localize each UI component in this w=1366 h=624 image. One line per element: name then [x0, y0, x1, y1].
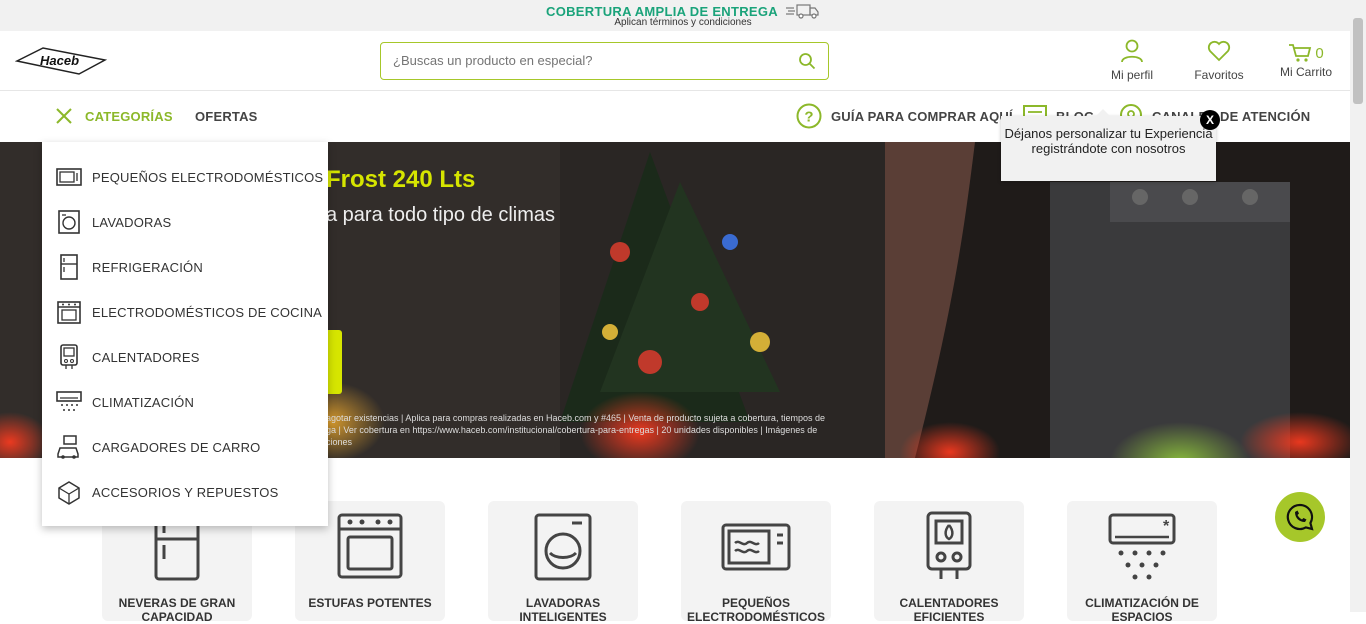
microwave-icon [56, 168, 82, 186]
air-conditioner-icon [56, 391, 82, 411]
logo-text: Haceb [40, 53, 80, 68]
washer-icon [58, 210, 80, 234]
personalization-tooltip: X Déjanos personalizar tu Experiencia re… [1001, 109, 1220, 181]
profile-label: Mi perfil [1110, 68, 1153, 82]
search-bar [380, 42, 829, 80]
card-label: NEVERAS DE GRAN CAPACIDAD [118, 596, 236, 624]
category-item-accessories[interactable]: ACCESORIOS Y REPUESTOS [56, 477, 278, 507]
category-item-small-appliances[interactable]: PEQUEÑOS ELECTRODOMÉSTICOS [56, 162, 323, 192]
washer-icon [534, 513, 592, 581]
heart-icon [1207, 40, 1231, 62]
tooltip-arrow [1096, 109, 1110, 116]
card-label: CALENTADORES EFICIENTES [899, 596, 999, 624]
help-circle-icon: ? [796, 103, 822, 129]
card-label: PEQUEÑOS ELECTRODOMÉSTICOS [686, 596, 825, 624]
category-item-car-chargers[interactable]: CARGADORES DE CARRO [56, 432, 261, 462]
cart-label: Mi Carrito [1279, 65, 1332, 79]
card-label: LAVADORAS INTELIGENTES [519, 596, 607, 624]
category-card-climate[interactable]: * CLIMATIZACIÓN DE ESPACIOS [1067, 501, 1217, 624]
nav-offers[interactable]: OFERTAS [195, 109, 258, 124]
categories-dropdown: PEQUEÑOS ELECTRODOMÉSTICOS LAVADORAS REF… [42, 142, 328, 526]
nav-categories[interactable]: CATEGORÍAS [85, 109, 173, 124]
category-card-heaters[interactable]: CALENTADORES EFICIENTES [874, 501, 1024, 624]
search-icon[interactable] [798, 52, 816, 70]
tooltip-text: Déjanos personalizar tu Experiencia regi… [1004, 126, 1213, 156]
category-item-climate[interactable]: CLIMATIZACIÓN [56, 387, 194, 417]
heater-icon [60, 344, 78, 369]
svg-text:*: * [1163, 518, 1170, 535]
favorites-button[interactable]: Favoritos [1190, 39, 1248, 82]
page-scrollbar[interactable] [1350, 0, 1366, 612]
whatsapp-chat-button[interactable] [1275, 492, 1325, 542]
user-icon [1121, 39, 1143, 63]
card-label: CLIMATIZACIÓN DE ESPACIOS [1085, 596, 1199, 624]
announcement-subtitle: Aplican términos y condiciones [614, 17, 752, 28]
scrollbar-thumb[interactable] [1353, 18, 1363, 104]
banner-legal-text: agotar existencias | Aplica para compras… [326, 413, 825, 447]
banner-subline: a para todo tipo de climas [326, 204, 556, 226]
svg-text:?: ? [804, 109, 813, 126]
main-header: Haceb Mi perfil Favoritos 0 Mi Ca [0, 31, 1350, 91]
category-card-washers[interactable]: LAVADORAS INTELIGENTES [488, 501, 638, 624]
category-card-small-appliances[interactable]: PEQUEÑOS ELECTRODOMÉSTICOS [681, 501, 831, 624]
cart-count: 0 [1315, 44, 1324, 62]
stove-icon [337, 513, 403, 579]
heater-icon [926, 511, 972, 579]
nav-buying-guide[interactable]: GUÍA PARA COMPRAR AQUÍ [831, 109, 1013, 124]
category-item-washers[interactable]: LAVADORAS [56, 207, 171, 237]
category-item-refrigeration[interactable]: REFRIGERACIÓN [56, 252, 203, 282]
microwave-icon [721, 523, 791, 571]
fridge-icon [60, 254, 78, 280]
close-icon[interactable] [55, 107, 73, 125]
accessories-icon [58, 481, 80, 505]
tooltip-close-button[interactable]: X [1200, 110, 1220, 130]
haceb-logo[interactable]: Haceb [14, 45, 108, 77]
profile-button[interactable]: Mi perfil [1108, 39, 1156, 82]
air-conditioner-icon: * [1108, 513, 1176, 580]
shopping-cart-icon [1289, 44, 1312, 62]
car-charger-icon [57, 435, 79, 459]
search-input[interactable] [393, 43, 793, 77]
category-item-heaters[interactable]: CALENTADORES [56, 342, 200, 372]
card-label: ESTUFAS POTENTES [308, 596, 432, 610]
cart-button[interactable]: 0 Mi Carrito [1276, 43, 1336, 79]
category-item-kitchen-appliances[interactable]: ELECTRODOMÉSTICOS DE COCINA [56, 297, 322, 327]
stove-icon [57, 301, 81, 324]
whatsapp-icon [1286, 503, 1314, 531]
banner-headline: Frost 240 Lts [326, 166, 476, 193]
favorites-label: Favoritos [1194, 68, 1244, 82]
top-announcement-bar: COBERTURA AMPLIA DE ENTREGA Aplican térm… [0, 0, 1366, 31]
